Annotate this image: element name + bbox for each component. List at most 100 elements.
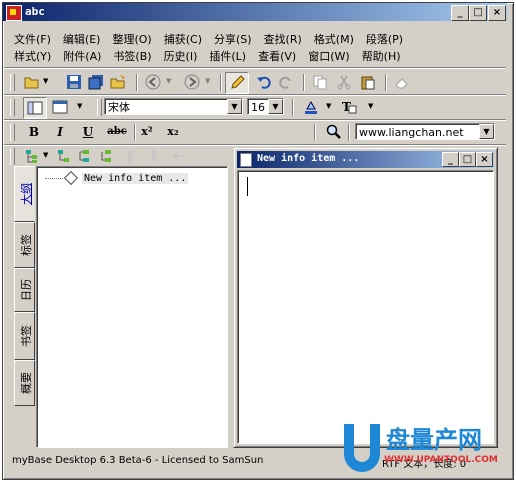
add-child-icon[interactable] xyxy=(56,148,72,164)
strikethrough-button[interactable]: abc xyxy=(105,124,129,140)
chevron-down-icon[interactable]: ▼ xyxy=(268,99,283,114)
edit-mode-toggle[interactable] xyxy=(225,72,249,94)
toolbar-grip[interactable] xyxy=(10,99,15,116)
toolbar-grip[interactable] xyxy=(10,74,15,91)
chevron-down-icon[interactable]: ▼ xyxy=(43,151,48,159)
chevron-down-icon[interactable]: ▼ xyxy=(43,77,48,85)
tree-item[interactable]: New info item ... xyxy=(45,170,189,186)
highlight-color-icon[interactable] xyxy=(303,99,319,115)
text-caret xyxy=(247,177,248,196)
font-name-combo[interactable]: 宋体 ▼ xyxy=(104,98,243,115)
back-icon[interactable] xyxy=(145,74,161,90)
move-node-icon[interactable] xyxy=(100,148,116,164)
eraser-icon[interactable] xyxy=(394,74,410,90)
child-close-button[interactable]: × xyxy=(476,152,493,167)
font-size-combo[interactable]: 16 ▼ xyxy=(247,98,284,115)
subscript-button[interactable]: x₂ xyxy=(164,124,182,140)
outdent-icon[interactable] xyxy=(170,148,186,164)
redo-icon[interactable] xyxy=(278,74,294,90)
text-color-icon[interactable]: T xyxy=(341,99,357,115)
menu-attachment[interactable]: 附件(A) xyxy=(63,48,101,65)
save-icon[interactable] xyxy=(66,74,82,90)
toolbar-separator xyxy=(348,124,350,141)
chevron-down-icon[interactable]: ▼ xyxy=(479,124,494,139)
menu-paragraph[interactable]: 段落(P) xyxy=(366,31,403,48)
rich-text-editor[interactable] xyxy=(237,170,494,444)
status-license: myBase Desktop 6.3 Beta-6 - Licensed to … xyxy=(12,455,264,466)
toolbar-grip[interactable] xyxy=(10,148,15,165)
child-title-bar[interactable]: New info item ... _ □ × xyxy=(237,151,494,168)
child-maximize-button[interactable]: □ xyxy=(459,152,476,167)
app-icon[interactable] xyxy=(6,5,22,21)
undo-icon[interactable] xyxy=(256,74,272,90)
menu-help[interactable]: 帮助(H) xyxy=(362,48,401,65)
tab-label: 概要 xyxy=(20,372,33,394)
menu-bar: 文件(F) 编辑(E) 整理(O) 捕获(C) 分享(S) 查找(R) 格式(M… xyxy=(14,31,494,65)
toolbar-separator xyxy=(220,74,222,91)
menu-style[interactable]: 样式(Y) xyxy=(14,48,51,65)
copy-icon[interactable] xyxy=(312,74,328,90)
menu-window[interactable]: 窗口(W) xyxy=(308,48,349,65)
sidebar-tabs: 大纲 标签 日历 书签 概要 xyxy=(14,166,36,446)
child-minimize-button[interactable]: _ xyxy=(442,152,459,167)
forward-icon[interactable] xyxy=(184,74,200,90)
menu-plugin[interactable]: 插件(L) xyxy=(209,48,246,65)
chevron-down-icon[interactable]: ▼ xyxy=(368,102,373,110)
tab-bookmarks[interactable]: 书签 xyxy=(14,312,35,360)
chevron-down-icon[interactable]: ▼ xyxy=(326,102,331,110)
close-button[interactable]: × xyxy=(488,5,506,21)
url-value: www.liangchan.net xyxy=(359,126,464,139)
layout-icon[interactable] xyxy=(52,99,68,115)
chevron-down-icon[interactable]: ▼ xyxy=(166,77,171,85)
tab-outline[interactable]: 大纲 xyxy=(14,166,35,222)
tree-add-icon[interactable] xyxy=(24,148,40,164)
minimize-button[interactable]: _ xyxy=(451,5,469,21)
tab-labels[interactable]: 标签 xyxy=(14,222,35,268)
tab-calendar[interactable]: 日历 xyxy=(14,268,35,312)
tab-label: 书签 xyxy=(20,325,33,347)
maximize-button[interactable]: □ xyxy=(469,5,487,21)
menu-organize[interactable]: 整理(O) xyxy=(112,31,151,48)
paste-icon[interactable] xyxy=(360,74,376,90)
toolbar-grip[interactable] xyxy=(10,124,15,141)
format-toolbar: B I U abc x² x₂ www.liangchan.net ▼ xyxy=(4,121,506,143)
toolbar-grip[interactable] xyxy=(97,99,102,116)
add-sibling-icon[interactable] xyxy=(78,148,94,164)
open-folder-icon[interactable] xyxy=(24,74,40,90)
bold-button[interactable]: B xyxy=(25,124,43,140)
move-down-icon[interactable] xyxy=(146,148,162,164)
menu-bookmark[interactable]: 书签(B) xyxy=(113,48,151,65)
save-all-icon[interactable] xyxy=(88,74,104,90)
menu-format[interactable]: 格式(M) xyxy=(314,31,354,48)
title-bar[interactable]: abc _ □ × xyxy=(3,3,507,21)
child-window-title: New info item ... xyxy=(257,153,360,164)
move-up-icon[interactable] xyxy=(122,148,138,164)
menu-capture[interactable]: 捕获(C) xyxy=(164,31,202,48)
superscript-button[interactable]: x² xyxy=(138,124,156,140)
font-toolbar: ▼ 宋体 ▼ 16 ▼ ▼ T ▼ xyxy=(4,96,506,119)
new-folder-icon[interactable] xyxy=(110,74,126,90)
menu-find[interactable]: 查找(R) xyxy=(264,31,302,48)
chevron-down-icon[interactable]: ▼ xyxy=(77,102,82,110)
underline-button[interactable]: U xyxy=(79,124,97,140)
chevron-down-icon[interactable]: ▼ xyxy=(205,77,210,85)
pane-splitter[interactable] xyxy=(228,147,232,446)
url-combo[interactable]: www.liangchan.net ▼ xyxy=(355,123,495,140)
menu-edit[interactable]: 编辑(E) xyxy=(63,31,101,48)
font-name-value: 宋体 xyxy=(108,101,130,114)
chevron-down-icon[interactable]: ▼ xyxy=(227,99,242,114)
search-icon[interactable] xyxy=(326,124,342,140)
tree-view-toggle[interactable] xyxy=(23,97,47,119)
tab-overview[interactable]: 概要 xyxy=(14,360,35,406)
toolbar-separator xyxy=(314,124,316,141)
menu-share[interactable]: 分享(S) xyxy=(214,31,252,48)
font-size-value: 16 xyxy=(251,101,265,114)
outline-tree[interactable]: New info item ... xyxy=(36,166,228,448)
menu-file[interactable]: 文件(F) xyxy=(14,31,51,48)
menu-view[interactable]: 查看(V) xyxy=(258,48,296,65)
menu-history[interactable]: 历史(I) xyxy=(164,48,198,65)
cut-icon[interactable] xyxy=(336,74,352,90)
window-title: abc xyxy=(25,5,45,18)
tree-item-label: New info item ... xyxy=(82,173,189,184)
italic-button[interactable]: I xyxy=(51,124,69,140)
